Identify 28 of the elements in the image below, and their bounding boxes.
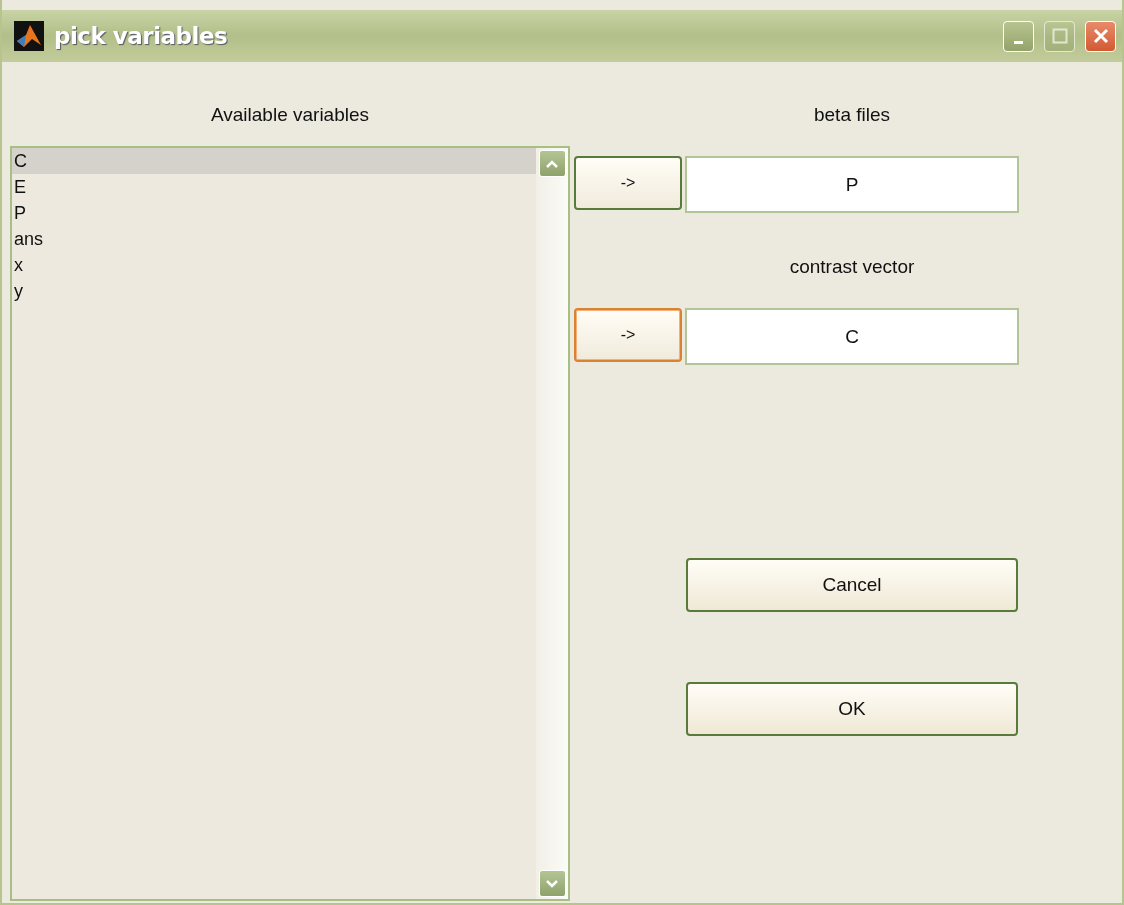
minimize-icon bbox=[1014, 40, 1023, 44]
scroll-up-button[interactable] bbox=[538, 150, 566, 177]
list-item[interactable]: x bbox=[12, 252, 536, 278]
cancel-button[interactable]: Cancel bbox=[686, 558, 1018, 612]
close-button[interactable] bbox=[1085, 20, 1116, 52]
scrollbar[interactable] bbox=[536, 148, 568, 899]
minimize-button[interactable] bbox=[1003, 20, 1034, 52]
move-button[interactable]: -> bbox=[574, 156, 682, 210]
list-item[interactable]: ans bbox=[12, 226, 536, 252]
list-item[interactable]: E bbox=[12, 174, 536, 200]
list-item[interactable]: y bbox=[12, 278, 536, 304]
ok-button[interactable]: OK bbox=[686, 682, 1018, 736]
window-title: pick variables bbox=[54, 23, 229, 49]
field-label: contrast vector bbox=[788, 256, 916, 278]
maximize-button[interactable] bbox=[1044, 20, 1075, 52]
scroll-down-button[interactable] bbox=[538, 870, 566, 897]
list-item[interactable]: C bbox=[12, 148, 536, 174]
variable-field[interactable]: C bbox=[685, 308, 1019, 365]
close-icon bbox=[1091, 27, 1110, 45]
list-label: Available variables bbox=[209, 104, 371, 126]
app-logo-icon bbox=[14, 21, 44, 51]
field-label: beta files bbox=[812, 104, 891, 126]
move-button[interactable]: -> bbox=[574, 308, 682, 362]
chevron-up-icon bbox=[545, 158, 559, 169]
list-item[interactable]: P bbox=[12, 200, 536, 226]
maximize-icon bbox=[1051, 28, 1068, 44]
chevron-down-icon bbox=[545, 878, 559, 889]
variable-field[interactable]: P bbox=[685, 156, 1019, 213]
